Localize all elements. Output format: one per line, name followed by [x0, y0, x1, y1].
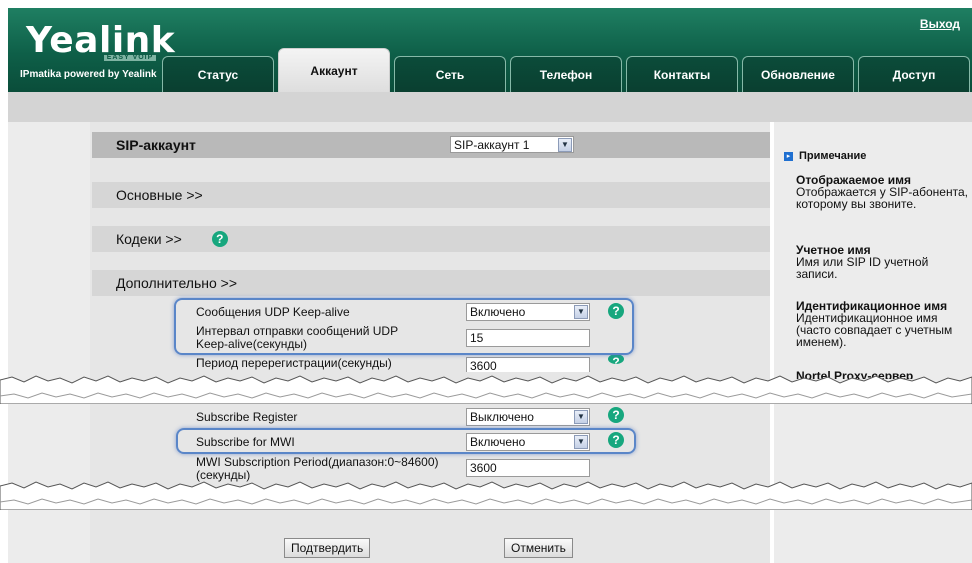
mwi-period-input[interactable]: 3600 — [466, 459, 590, 477]
sip-account-select-value: SIP-аккаунт 1 — [454, 138, 530, 152]
note-auth-name: Идентификационное имя Идентификационное … — [796, 300, 968, 348]
codecs-section-label: Кодеки >> — [116, 231, 182, 247]
torn-separator — [0, 481, 972, 510]
tab-account[interactable]: Аккаунт — [278, 48, 390, 92]
note-account-name: Учетное имя Имя или SIP ID учетной запис… — [796, 244, 968, 280]
highlight-udp-keepalive — [174, 298, 634, 355]
codecs-section-toggle[interactable]: Кодеки >> ? — [92, 226, 770, 252]
main-tabs: Статус Аккаунт Сеть Телефон Контакты Обн… — [162, 48, 972, 92]
note-display-name-text: Отображается у SIP-абонента, которому вы… — [796, 185, 968, 211]
subscribe-register-label: Subscribe Register — [196, 410, 298, 424]
basic-section-label: Основные >> — [116, 187, 203, 203]
reregistration-row: Период перерегистрации(секунды) 3600 ? — [90, 354, 770, 373]
reregistration-label: Период перерегистрации(секунды) — [196, 356, 392, 370]
tab-contacts[interactable]: Контакты — [626, 56, 738, 92]
notes-header: ▸ Примечание — [784, 150, 866, 162]
cancel-button[interactable]: Отменить — [504, 538, 573, 558]
sip-account-select[interactable]: SIP-аккаунт 1 ▼ — [450, 136, 574, 153]
subnav-strip — [8, 92, 972, 122]
sip-account-title: SIP-аккаунт — [116, 137, 196, 153]
highlight-subscribe-mwi — [176, 428, 636, 454]
tab-upgrade[interactable]: Обновление — [742, 56, 854, 92]
tab-phone[interactable]: Телефон — [510, 56, 622, 92]
help-icon[interactable]: ? — [608, 407, 624, 423]
subscribe-register-row: Subscribe Register Выключено ▼ ? — [90, 405, 770, 427]
confirm-button[interactable]: Подтвердить — [284, 538, 371, 558]
reregistration-input[interactable]: 3600 — [466, 357, 590, 373]
advanced-section-label: Дополнительно >> — [116, 275, 238, 291]
help-icon[interactable]: ? — [608, 354, 624, 364]
notes-title: Примечание — [799, 150, 867, 162]
note-account-name-text: Имя или SIP ID учетной записи. — [796, 255, 929, 281]
advanced-section-toggle[interactable]: Дополнительно >> — [92, 270, 770, 296]
chevron-down-icon: ▼ — [558, 138, 572, 152]
chevron-down-icon: ▼ — [574, 410, 588, 424]
tab-network[interactable]: Сеть — [394, 56, 506, 92]
header-bar: Yealink EASY VOIP IPmatika powered by Ye… — [8, 8, 972, 92]
logo-tagline: EASY VOIP — [104, 54, 156, 61]
sip-account-header: SIP-аккаунт — [92, 132, 770, 158]
basic-section-toggle[interactable]: Основные >> — [92, 182, 770, 208]
torn-separator — [0, 375, 972, 404]
arrow-right-icon: ▸ — [784, 151, 793, 161]
subscribe-register-value: Выключено — [470, 410, 534, 424]
note-auth-name-text: Идентификационное имя (часто совпадает с… — [796, 311, 953, 349]
tab-security[interactable]: Доступ — [858, 56, 970, 92]
logout-link[interactable]: Выход — [920, 17, 960, 31]
tab-status[interactable]: Статус — [162, 56, 274, 92]
help-icon[interactable]: ? — [211, 231, 228, 247]
note-display-name: Отображаемое имя Отображается у SIP-абон… — [796, 174, 968, 210]
powered-by-text: IPmatika powered by Yealink — [20, 69, 157, 80]
subscribe-register-select[interactable]: Выключено ▼ — [466, 408, 590, 426]
